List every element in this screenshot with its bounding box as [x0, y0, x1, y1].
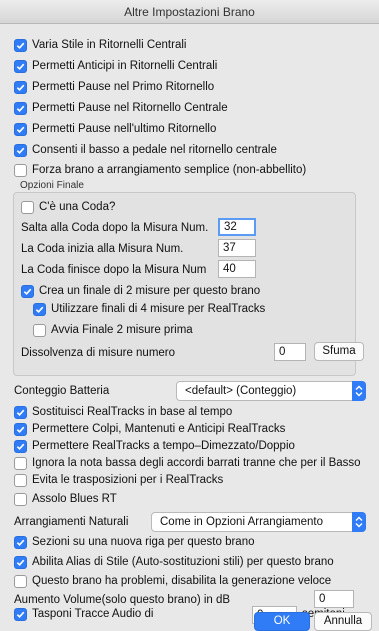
opt-tempo-rt[interactable]: Permettere RealTracks a tempo–Dimezzato/… [14, 437, 295, 455]
checkbox-icon[interactable] [14, 59, 27, 73]
opt-avvia-prima[interactable]: Avvia Finale 2 misure prima [33, 321, 193, 339]
opt-label: Consenti il basso a pedale nel ritornell… [32, 144, 277, 156]
updown-arrow-icon [352, 381, 366, 401]
checkbox-icon[interactable] [14, 439, 27, 453]
opt-label: Utilizzare finali di 4 misure per RealTr… [51, 303, 266, 315]
skip-coda-field[interactable]: 32 [218, 218, 256, 236]
checkbox-icon[interactable] [14, 122, 27, 136]
opt-coda[interactable]: C'è una Coda? [21, 198, 115, 216]
opt-ignora-basso[interactable]: Ignora la nota bassa degli accordi barra… [14, 454, 361, 472]
opt-label: Forza brano a arrangiamento semplice (no… [32, 164, 307, 176]
checkbox-icon[interactable] [14, 80, 27, 94]
opt-label: Evita le trasposizioni per i RealTracks [32, 474, 224, 486]
opt-colpi-rt[interactable]: Permettere Colpi, Mantenuti e Anticipi R… [14, 420, 285, 438]
checkbox-icon[interactable] [14, 555, 27, 569]
opt-label: Questo brano ha problemi, disabilita la … [32, 575, 332, 587]
coda-end-field[interactable]: 40 [218, 260, 256, 278]
opt-evita-trasposizioni[interactable]: Evita le trasposizioni per i RealTracks [14, 471, 223, 489]
opt-label: Ignora la nota bassa degli accordi barra… [32, 457, 361, 469]
window-title: Altre Impostazioni Brano [0, 0, 379, 24]
opt-label: Permetti Pause nell'ultimo Ritornello [32, 123, 217, 135]
checkbox-icon[interactable] [21, 200, 34, 214]
natural-arrangements-value: Come in Opzioni Arrangiamento [160, 516, 323, 528]
opt-trasponi[interactable]: Tasponi Tracce Audio di [14, 605, 153, 623]
cancel-button[interactable]: Annulla [314, 612, 372, 631]
opt-finali-4[interactable]: Utilizzare finali di 4 misure per RealTr… [33, 300, 265, 318]
opt-pause-primo[interactable]: Permetti Pause nel Primo Ritornello [14, 78, 214, 96]
checkbox-icon[interactable] [14, 535, 27, 549]
opt-label: Varia Stile in Ritornelli Centrali [32, 39, 187, 51]
fade-label: Dissolvenza di misure numero [21, 347, 176, 359]
checkbox-icon[interactable] [14, 473, 27, 487]
opt-alias-stile[interactable]: Abilita Alias di Stile (Auto-sostituzion… [14, 553, 334, 571]
opt-label: Assolo Blues RT [32, 493, 117, 505]
checkbox-icon[interactable] [14, 422, 27, 436]
ok-button[interactable]: OK [254, 612, 310, 631]
checkbox-icon[interactable] [14, 143, 27, 157]
opt-label: Crea un finale di 2 misure per questo br… [39, 285, 261, 297]
opt-label: Abilita Alias di Stile (Auto-sostituzion… [32, 556, 334, 568]
opt-varia-stile[interactable]: Varia Stile in Ritornelli Centrali [14, 36, 186, 54]
updown-arrow-icon [352, 512, 366, 532]
opt-label: Sostituisci RealTracks in base al tempo [32, 406, 233, 418]
drum-count-select[interactable]: <default> (Conteggio) [176, 381, 366, 401]
coda-end-label: La Coda finisce dopo la Misura Num [21, 264, 207, 276]
opt-basso-pedale[interactable]: Consenti il basso a pedale nel ritornell… [14, 141, 277, 159]
opt-label: Permetti Pause nel Primo Ritornello [32, 81, 215, 93]
checkbox-icon[interactable] [14, 405, 27, 419]
volume-field[interactable]: 0 [314, 590, 354, 608]
drum-count-label: Conteggio Batteria [14, 385, 110, 397]
opt-sostituisci-rt[interactable]: Sostituisci RealTracks in base al tempo [14, 403, 232, 421]
opt-label: C'è una Coda? [39, 201, 116, 213]
checkbox-icon[interactable] [14, 163, 27, 177]
fade-field[interactable]: 0 [274, 343, 306, 361]
opt-assolo-blues[interactable]: Assolo Blues RT [14, 490, 117, 508]
checkbox-icon[interactable] [21, 284, 34, 298]
coda-start-label: La Coda inizia alla Misura Num. [21, 243, 184, 255]
checkbox-icon[interactable] [14, 492, 27, 506]
drum-count-value: <default> (Conteggio) [185, 385, 297, 397]
opt-label: Permettere RealTracks a tempo–Dimezzato/… [32, 440, 295, 452]
opt-crea-finale[interactable]: Crea un finale di 2 misure per questo br… [21, 282, 260, 300]
checkbox-icon[interactable] [14, 607, 27, 621]
opt-label: Tasponi Tracce Audio di [32, 608, 154, 620]
opt-label: Permetti Pause nel Ritornello Centrale [32, 102, 228, 114]
opt-disabilita-veloce[interactable]: Questo brano ha problemi, disabilita la … [14, 572, 331, 590]
checkbox-icon[interactable] [14, 456, 27, 470]
opt-label: Permetti Anticipi in Ritornelli Centrali [32, 60, 218, 72]
coda-start-field[interactable]: 37 [218, 239, 256, 257]
checkbox-icon[interactable] [33, 323, 46, 337]
opt-permetti-anticipi[interactable]: Permetti Anticipi in Ritornelli Centrali [14, 57, 217, 75]
checkbox-icon[interactable] [33, 302, 46, 316]
natural-arrangements-select[interactable]: Come in Opzioni Arrangiamento [151, 512, 366, 532]
opt-label: Permettere Colpi, Mantenuti e Anticipi R… [32, 423, 286, 435]
fade-button[interactable]: Sfuma [314, 342, 364, 361]
checkbox-icon[interactable] [14, 574, 27, 588]
opt-forza-semplice[interactable]: Forza brano a arrangiamento semplice (no… [14, 161, 306, 179]
natural-arrangements-label: Arrangiamenti Naturali [14, 516, 129, 528]
group-label: Opzioni Finale [20, 180, 84, 191]
opt-label: Sezioni su una nuova riga per questo bra… [32, 536, 255, 548]
checkbox-icon[interactable] [14, 101, 27, 115]
opt-label: Avvia Finale 2 misure prima [51, 324, 193, 336]
skip-coda-label: Salta alla Coda dopo la Misura Num. [21, 222, 209, 234]
opt-sezioni-riga[interactable]: Sezioni su una nuova riga per questo bra… [14, 533, 255, 551]
opt-pause-centrale[interactable]: Permetti Pause nel Ritornello Centrale [14, 99, 228, 117]
opt-pause-ultimo[interactable]: Permetti Pause nell'ultimo Ritornello [14, 120, 216, 138]
checkbox-icon[interactable] [14, 38, 27, 52]
